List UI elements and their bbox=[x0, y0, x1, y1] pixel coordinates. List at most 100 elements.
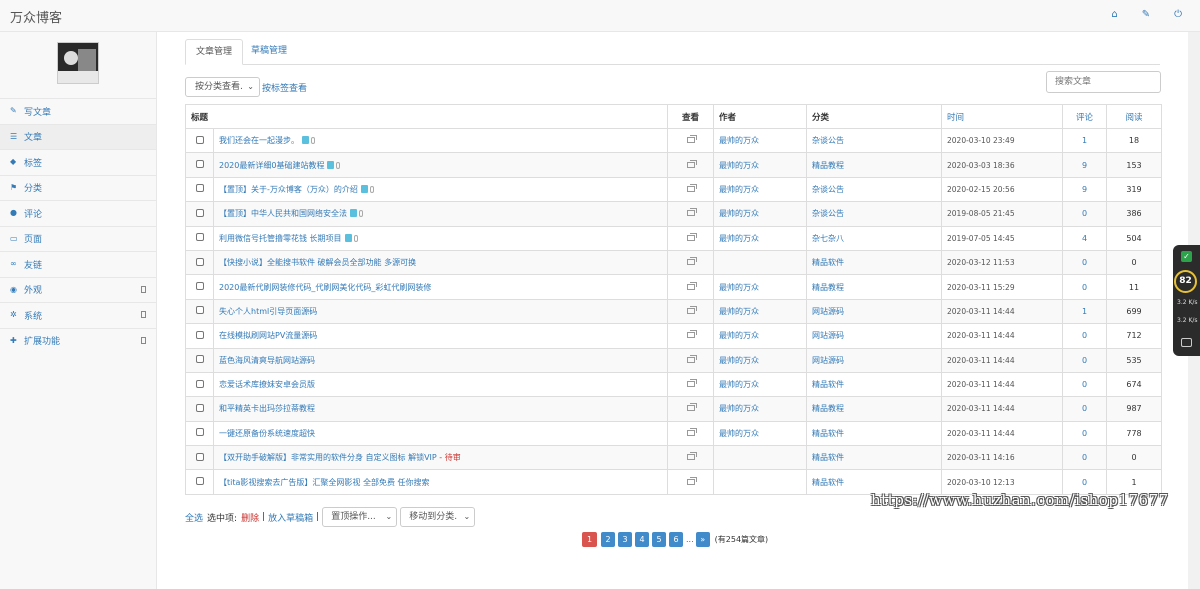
row-checkbox[interactable] bbox=[195, 160, 204, 169]
sidebar-item[interactable]: ✎ 写文章 bbox=[0, 98, 156, 124]
category-cell[interactable]: 网站源码 bbox=[806, 323, 943, 349]
comments-cell[interactable]: 0 bbox=[1062, 445, 1108, 471]
header-comments[interactable]: 评论 bbox=[1062, 104, 1108, 129]
pin-action-select[interactable]: 置顶操作... ⌄ bbox=[322, 507, 398, 527]
page-button[interactable]: 4 bbox=[635, 532, 649, 547]
home-icon[interactable]: ⌂ bbox=[1111, 9, 1117, 21]
article-title-link[interactable]: 在线模拟刷网站PV流量源码 bbox=[219, 331, 317, 340]
power-icon[interactable]: ⏻ bbox=[1174, 9, 1182, 21]
sidebar-item[interactable]: ⚑ 分类 bbox=[0, 174, 156, 201]
tab-drafts[interactable]: 草稿管理 bbox=[241, 39, 297, 65]
page-button[interactable]: 6 bbox=[669, 532, 683, 547]
external-link-icon[interactable] bbox=[686, 135, 697, 144]
sidebar-item[interactable]: ✚ 扩展功能 bbox=[0, 327, 156, 354]
row-checkbox[interactable] bbox=[195, 184, 204, 193]
comments-cell[interactable]: 0 bbox=[1062, 420, 1108, 447]
sidebar-item[interactable]: ◉ 外观 bbox=[0, 276, 156, 303]
header-time[interactable]: 时间 bbox=[941, 104, 1064, 129]
row-checkbox[interactable] bbox=[195, 233, 204, 242]
external-link-icon[interactable] bbox=[686, 379, 697, 388]
camera-icon[interactable] bbox=[1181, 338, 1192, 347]
sidebar-item[interactable]: ● 评论 bbox=[0, 200, 156, 226]
comments-cell[interactable]: 0 bbox=[1062, 347, 1108, 373]
page-button[interactable]: 2 bbox=[601, 532, 615, 547]
category-cell[interactable]: 精品软件 bbox=[806, 420, 943, 447]
category-cell[interactable]: 杂七杂八 bbox=[806, 225, 943, 251]
comments-cell[interactable]: 0 bbox=[1062, 249, 1108, 276]
comments-cell[interactable]: 0 bbox=[1062, 396, 1108, 422]
row-checkbox[interactable] bbox=[195, 135, 204, 144]
sidebar-item[interactable]: ◆ 标签 bbox=[0, 149, 156, 175]
author-cell[interactable]: 最帅的万众 bbox=[713, 347, 808, 373]
author-cell[interactable]: 最帅的万众 bbox=[713, 225, 808, 251]
author-cell[interactable]: 最帅的万众 bbox=[713, 420, 808, 447]
comments-cell[interactable]: 1 bbox=[1062, 127, 1108, 154]
author-cell[interactable]: 最帅的万众 bbox=[713, 298, 808, 325]
author-cell[interactable] bbox=[713, 249, 808, 276]
article-title-link[interactable]: 利用微信号托管撸零花钱 长期项目 bbox=[219, 234, 342, 243]
next-page-button[interactable]: » bbox=[695, 532, 710, 547]
external-link-icon[interactable] bbox=[686, 354, 697, 363]
comments-cell[interactable]: 9 bbox=[1062, 152, 1108, 178]
category-cell[interactable]: 网站源码 bbox=[806, 347, 943, 373]
article-title-link[interactable]: 蓝色海风清爽导航网站源码 bbox=[219, 356, 315, 365]
sidebar-item[interactable]: ✲ 系统 bbox=[0, 302, 156, 328]
category-cell[interactable]: 精品软件 bbox=[806, 445, 943, 471]
category-cell[interactable]: 杂谈公告 bbox=[806, 176, 943, 203]
sidebar-item[interactable]: ▭ 页面 bbox=[0, 225, 156, 252]
author-cell[interactable]: 最帅的万众 bbox=[713, 371, 808, 398]
row-checkbox[interactable] bbox=[195, 477, 204, 486]
category-cell[interactable]: 杂谈公告 bbox=[806, 127, 943, 154]
search-input[interactable] bbox=[1046, 71, 1161, 93]
row-checkbox[interactable] bbox=[195, 208, 204, 217]
speed-widget[interactable]: ✓ 82 3.2 K/s 3.2 K/s bbox=[1173, 245, 1200, 356]
row-checkbox[interactable] bbox=[195, 355, 204, 364]
page-button[interactable]: 3 bbox=[618, 532, 632, 547]
move-to-draft-link[interactable]: 放入草稿箱 bbox=[268, 511, 313, 524]
article-title-link[interactable]: 恋爱话术库撩妹安卓会员版 bbox=[219, 380, 315, 389]
category-cell[interactable]: 杂谈公告 bbox=[806, 201, 943, 227]
row-checkbox[interactable] bbox=[195, 452, 204, 461]
external-link-icon[interactable] bbox=[686, 452, 697, 461]
comments-cell[interactable]: 0 bbox=[1062, 274, 1108, 300]
author-cell[interactable]: 最帅的万众 bbox=[713, 201, 808, 227]
article-title-link[interactable]: 【置顶】关于-万众博客（万众）的介绍 bbox=[219, 185, 358, 194]
site-brand[interactable]: 万众博客 bbox=[10, 7, 62, 26]
move-category-select[interactable]: 移动到分类. ⌄ bbox=[400, 507, 476, 527]
article-title-link[interactable]: 【tita影视搜索去广告版】汇聚全网影视 全部免费 任你搜索 bbox=[219, 478, 429, 487]
filter-by-tag-link[interactable]: 按标签查看 bbox=[262, 81, 307, 94]
row-checkbox[interactable] bbox=[195, 282, 204, 291]
article-title-link[interactable]: 【双开助手破解版】非常实用的软件分身 自定义图标 解锁VIP bbox=[219, 453, 437, 462]
external-link-icon[interactable] bbox=[686, 403, 697, 412]
comments-cell[interactable]: 0 bbox=[1062, 323, 1108, 349]
category-cell[interactable]: 精品教程 bbox=[806, 152, 943, 178]
article-title-link[interactable]: 2020最新详细0基础建站教程 bbox=[219, 161, 324, 170]
sidebar-item[interactable]: ∞ 友链 bbox=[0, 251, 156, 277]
comments-cell[interactable]: 9 bbox=[1062, 176, 1108, 203]
category-cell[interactable]: 精品软件 bbox=[806, 371, 943, 398]
comments-cell[interactable]: 1 bbox=[1062, 298, 1108, 325]
page-button[interactable]: 1 bbox=[582, 532, 597, 547]
category-cell[interactable]: 精品教程 bbox=[806, 274, 943, 300]
external-link-icon[interactable] bbox=[686, 208, 697, 217]
external-link-icon[interactable] bbox=[686, 476, 697, 485]
article-title-link[interactable]: 我们还会在一起漫步。 bbox=[219, 136, 299, 145]
article-title-link[interactable]: 【置顶】中华人民共和国网络安全法 bbox=[219, 209, 347, 218]
external-link-icon[interactable] bbox=[686, 427, 697, 436]
article-title-link[interactable]: 和平精英卡出玛莎拉蒂教程 bbox=[219, 404, 315, 413]
external-link-icon[interactable] bbox=[686, 281, 697, 290]
page-button[interactable]: 5 bbox=[652, 532, 666, 547]
comments-cell[interactable]: 0 bbox=[1062, 201, 1108, 227]
external-link-icon[interactable] bbox=[686, 232, 697, 241]
comments-cell[interactable]: 4 bbox=[1062, 225, 1108, 251]
select-all-link[interactable]: 全选 bbox=[185, 511, 203, 524]
category-cell[interactable]: 精品软件 bbox=[806, 249, 943, 276]
author-cell[interactable] bbox=[713, 469, 808, 495]
row-checkbox[interactable] bbox=[195, 379, 204, 388]
external-link-icon[interactable] bbox=[686, 330, 697, 339]
author-cell[interactable]: 最帅的万众 bbox=[713, 176, 808, 203]
header-reads[interactable]: 阅读 bbox=[1106, 104, 1163, 129]
external-link-icon[interactable] bbox=[686, 159, 697, 168]
sidebar-item[interactable]: ☰ 文章 bbox=[0, 123, 156, 149]
author-cell[interactable]: 最帅的万众 bbox=[713, 127, 808, 154]
